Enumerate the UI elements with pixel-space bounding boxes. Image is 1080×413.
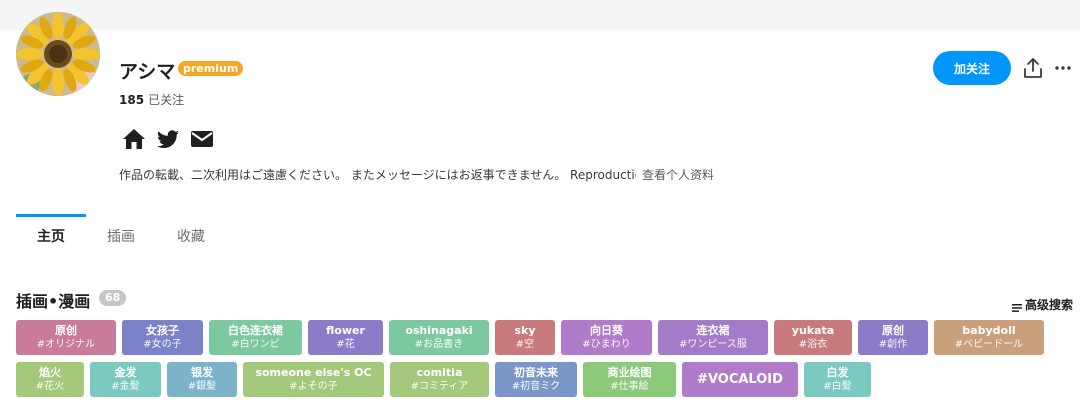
tag-sub-label: #ひまわり <box>582 338 631 350</box>
tag-main-label: 银发 <box>191 365 213 379</box>
tag-sub-label: #創作 <box>878 338 908 350</box>
tag-sub-label: #女の子 <box>143 338 182 350</box>
premium-badge: premium <box>178 61 244 76</box>
tag-main-label: flower <box>326 323 365 337</box>
tag-item[interactable]: oshinagaki #お品書き <box>389 320 489 355</box>
tag-item[interactable]: 女孩子 #女の子 <box>122 320 203 355</box>
tag-item[interactable]: babydoll #ベビードール <box>934 320 1044 355</box>
section-title: 插画•漫画 <box>16 292 91 311</box>
tag-sub-label: #空 <box>515 338 535 350</box>
tag-main-label: comitia <box>416 365 463 379</box>
social-links <box>122 127 214 151</box>
profile-tabs: 主页 插画 收藏 <box>16 214 226 258</box>
tag-sub-label: #よその子 <box>289 380 338 392</box>
username: アシマ <box>119 61 176 83</box>
tag-sub-label: #花火 <box>35 380 65 392</box>
tag-sub-label: #オリジナル <box>36 338 96 350</box>
tab-illustrations[interactable]: 插画 <box>86 214 156 258</box>
tag-item[interactable]: 商业绘图 #仕事絵 <box>583 362 676 397</box>
tag-sub-label: #仕事絵 <box>610 380 649 392</box>
tag-main-label: oshinagaki <box>405 323 473 337</box>
tag-main-label: 白发 <box>826 365 849 379</box>
tag-main-label: 白色连衣裙 <box>228 323 283 337</box>
tag-item[interactable]: comitia #コミティア <box>390 362 489 397</box>
follow-button[interactable]: 加关注 <box>933 51 1011 85</box>
tag-item[interactable]: 白色连衣裙 #白ワンピ <box>209 320 302 355</box>
tag-main-label: 连衣裙 <box>696 323 730 337</box>
tab-home[interactable]: 主页 <box>16 214 86 258</box>
tag-item[interactable]: 焰火 #花火 <box>16 362 84 397</box>
following-number: 185 <box>119 93 145 107</box>
tag-sub-label: #金髪 <box>111 380 140 392</box>
twitter-icon[interactable] <box>156 127 180 151</box>
tag-item[interactable]: 银发 #銀髪 <box>167 362 237 397</box>
tag-sub-label: #花 <box>336 338 355 350</box>
mail-icon[interactable] <box>190 127 214 151</box>
following-count[interactable]: 185 已关注 <box>119 91 184 108</box>
advanced-search-label: 高级搜索 <box>1025 298 1074 312</box>
bio: 作品の転載、二次利用はご遠慮ください。 またメッセージにはお返事できません。 R… <box>119 166 714 183</box>
tag-main-label: yukata <box>791 323 835 337</box>
following-label: 已关注 <box>148 93 185 107</box>
works-count-badge: 68 <box>99 290 127 306</box>
tag-item[interactable]: 原创 #オリジナル <box>16 320 116 355</box>
tag-main-label: 焰火 <box>39 365 61 379</box>
tag-main-label: 金发 <box>114 365 137 379</box>
home-icon[interactable] <box>122 127 146 151</box>
tag-main-label: someone else's OC <box>255 365 372 379</box>
tag-main-label: babydoll <box>962 323 1016 337</box>
tag-sub-label: #ベビードール <box>954 338 1024 350</box>
tag-main-label: 向日葵 <box>590 323 623 337</box>
avatar[interactable] <box>16 12 100 96</box>
tag-item[interactable]: 向日葵 #ひまわり <box>561 320 652 355</box>
view-profile-link[interactable]: 查看个人资料 <box>642 166 714 183</box>
tag-sub-label: #ワンピース服 <box>679 338 747 350</box>
more-icon[interactable] <box>1053 60 1073 76</box>
tag-item[interactable]: someone else's OC #よその子 <box>243 362 384 397</box>
tag-sub-label: #白髪 <box>823 380 852 392</box>
tab-bookmarks[interactable]: 收藏 <box>156 214 226 258</box>
tag-item[interactable]: #VOCALOID <box>682 362 798 397</box>
tag-main-label: 初音未来 <box>514 365 558 379</box>
tag-sub-label: #お品書き <box>414 338 464 350</box>
tag-item[interactable]: 初音未来 #初音ミク <box>495 362 577 397</box>
tag-main-label: 商业绘图 <box>607 365 652 379</box>
tag-item[interactable]: flower #花 <box>308 320 383 355</box>
tag-sub-label: #コミティア <box>410 380 469 392</box>
top-band <box>0 0 1080 30</box>
bio-text: 作品の転載、二次利用はご遠慮ください。 またメッセージにはお返事できません。 R… <box>119 168 636 182</box>
tag-main-label: 原创 <box>882 323 904 337</box>
list-filter-icon <box>1012 301 1022 312</box>
tag-sub-label: #浴衣 <box>798 338 828 350</box>
tag-main-label: sky <box>514 323 536 337</box>
tag-item[interactable]: 原创 #創作 <box>858 320 928 355</box>
tag-item[interactable]: 连衣裙 #ワンピース服 <box>658 320 768 355</box>
tag-main-label: #VOCALOID <box>697 371 783 387</box>
tag-sub-label: #銀髪 <box>187 380 217 392</box>
share-icon[interactable] <box>1022 57 1044 79</box>
tag-item[interactable]: sky #空 <box>495 320 555 355</box>
tag-sub-label: #白ワンピ <box>231 338 280 350</box>
tag-item[interactable]: 白发 #白髪 <box>804 362 871 397</box>
advanced-search-link[interactable]: 高级搜索 <box>1012 296 1073 313</box>
tag-main-label: 女孩子 <box>146 323 179 337</box>
sunflower-avatar-image <box>16 12 100 96</box>
tag-item[interactable]: 金发 #金髪 <box>90 362 161 397</box>
tag-item[interactable]: yukata #浴衣 <box>774 320 852 355</box>
tag-sub-label: #初音ミク <box>511 380 561 392</box>
tag-main-label: 原创 <box>55 323 77 337</box>
